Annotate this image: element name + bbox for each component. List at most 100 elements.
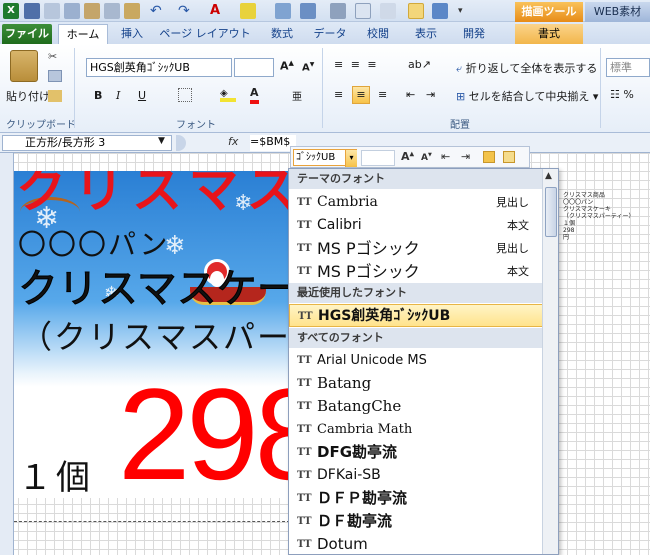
- font-usage-tag: 本文: [507, 265, 529, 278]
- align-top-icon[interactable]: ≡ ≡ ≡: [334, 58, 379, 71]
- tab-file[interactable]: ファイル: [2, 24, 52, 44]
- tab-data[interactable]: データ: [310, 24, 350, 44]
- border-icon[interactable]: [380, 3, 396, 19]
- chart-icon[interactable]: [300, 3, 316, 19]
- mini-size-box[interactable]: [361, 150, 395, 166]
- tab-formulas[interactable]: 数式: [262, 24, 302, 44]
- wrap-text-button[interactable]: ⤶ 折り返して全体を表示する: [456, 60, 597, 76]
- font-option-cambria-math[interactable]: TT Cambria Math: [289, 418, 543, 441]
- mini-fill-icon[interactable]: [483, 151, 495, 163]
- font-option-label: MS Pゴシック: [317, 239, 420, 258]
- font-option-cambria[interactable]: TT Cambria 見出し: [289, 191, 543, 214]
- italic-button[interactable]: I: [116, 89, 120, 102]
- fx-icon[interactable]: fx: [228, 135, 238, 148]
- currency-icon[interactable]: ☷ %: [610, 88, 634, 101]
- grid-icon[interactable]: [355, 3, 371, 19]
- poster-product: クリスマスケー: [18, 266, 290, 312]
- fill-color-button-icon[interactable]: ◈: [220, 88, 236, 102]
- bold-button[interactable]: B: [94, 89, 102, 102]
- mini-font-dropdown-icon[interactable]: ▾: [345, 150, 357, 167]
- mini-decrease-indent-icon[interactable]: ⇤: [441, 150, 450, 163]
- font-option-label: Calibri: [317, 217, 362, 233]
- copy-icon[interactable]: [104, 3, 120, 19]
- redo-icon[interactable]: ↷: [178, 3, 194, 19]
- phonetic-icon[interactable]: 亜: [292, 88, 302, 103]
- borders-icon[interactable]: [178, 88, 192, 102]
- font-option-arial-unicode[interactable]: TT Arial Unicode MS: [289, 349, 543, 372]
- picture-icon[interactable]: [275, 3, 291, 19]
- tab-home[interactable]: ホーム: [58, 24, 108, 44]
- undo-icon[interactable]: ↶: [150, 3, 166, 19]
- drawing-tools-tab[interactable]: 描画ツール: [515, 2, 583, 22]
- font-option-batang[interactable]: TT Batang: [289, 372, 543, 395]
- orientation-icon[interactable]: ab↗: [408, 58, 431, 71]
- font-size-box[interactable]: [234, 58, 274, 77]
- align-left-icon[interactable]: ≡: [334, 88, 343, 101]
- font-option-batangche[interactable]: TT BatangChe: [289, 395, 543, 418]
- number-format-box[interactable]: 標準: [606, 58, 650, 77]
- poster-shape[interactable]: ❄ ❄ ❄ ❄ クリスマス 〇〇〇パン クリスマスケー （クリスマスパーテ 29…: [14, 171, 290, 498]
- font-color-button-icon[interactable]: A: [250, 86, 259, 104]
- name-box-dropdown-icon[interactable]: ▼: [158, 136, 165, 146]
- font-option-df-kanteiryu[interactable]: TT ＤＦ勘亭流: [289, 510, 543, 533]
- font-color-icon[interactable]: A: [210, 3, 226, 19]
- name-box[interactable]: 正方形/長方形 3: [2, 135, 172, 151]
- font-name-box[interactable]: HGS創英角ｺﾞｼｯｸUB: [86, 58, 232, 77]
- web-material-tab[interactable]: WEB素材: [585, 2, 650, 22]
- font-option-dfp-kanteiryu[interactable]: TT ＤＦＰ勘亭流: [289, 487, 543, 510]
- dropdown-scrollbar[interactable]: ▲: [542, 169, 558, 554]
- format-painter-icon[interactable]: [48, 90, 62, 102]
- shape-icon[interactable]: [432, 3, 448, 19]
- tab-developer[interactable]: 開発: [454, 24, 494, 44]
- scroll-up-icon[interactable]: ▲: [545, 171, 552, 181]
- truetype-icon: TT: [297, 197, 312, 208]
- section-all-fonts: すべてのフォント: [289, 328, 543, 348]
- cut-icon[interactable]: ✂: [48, 50, 62, 63]
- align-right-icon[interactable]: ≡: [378, 88, 387, 101]
- brush-icon[interactable]: [84, 3, 100, 19]
- tab-page-layout[interactable]: ページ レイアウト: [155, 24, 255, 44]
- font-option-ms-pgothic-body[interactable]: TT MS Pゴシック 本文: [289, 260, 543, 283]
- merge-center-button[interactable]: ⊞ セルを結合して中央揃え ▾: [456, 88, 598, 104]
- font-dropdown-list[interactable]: テーマのフォント TT Cambria 見出し TT Calibri 本文 TT…: [288, 168, 559, 555]
- font-usage-tag: 本文: [507, 219, 529, 232]
- decrease-indent-icon[interactable]: ⇤: [406, 88, 415, 101]
- font-option-label: DFKai-SB: [317, 467, 381, 483]
- increase-indent-icon[interactable]: ⇥: [426, 88, 435, 101]
- truetype-icon: TT: [297, 539, 312, 550]
- paste-large-icon[interactable]: [10, 50, 38, 82]
- font-option-hgs-soeikaku-selected[interactable]: TT HGS創英角ｺﾞｼｯｸUB: [289, 304, 543, 327]
- underline-button[interactable]: U: [138, 89, 146, 102]
- save-icon[interactable]: [24, 3, 40, 19]
- mini-outline-icon[interactable]: [503, 151, 515, 163]
- grow-font-icon[interactable]: A▲: [280, 59, 294, 73]
- paste-button[interactable]: 貼り付け: [6, 88, 50, 104]
- scroll-thumb[interactable]: [545, 187, 557, 237]
- table-icon[interactable]: [408, 3, 424, 19]
- font-option-calibri[interactable]: TT Calibri 本文: [289, 214, 543, 237]
- camera-icon[interactable]: [330, 3, 346, 19]
- tab-view[interactable]: 表示: [406, 24, 446, 44]
- font-option-ms-pgothic-heading[interactable]: TT MS Pゴシック 見出し: [289, 237, 543, 260]
- tab-insert[interactable]: 挿入: [112, 24, 152, 44]
- shrink-font-icon[interactable]: A▼: [302, 61, 314, 73]
- paste-icon[interactable]: [124, 3, 140, 19]
- preview-icon[interactable]: [64, 3, 80, 19]
- customize-qat-icon[interactable]: ▾: [458, 3, 474, 19]
- mini-shrink-font-icon[interactable]: A▼: [421, 152, 432, 163]
- font-option-dotum[interactable]: TT Dotum: [289, 533, 543, 554]
- align-center-icon[interactable]: ≡: [352, 86, 370, 104]
- print-icon[interactable]: [44, 3, 60, 19]
- font-option-dfkai-sb[interactable]: TT DFKai-SB: [289, 464, 543, 487]
- mini-grow-font-icon[interactable]: A▲: [401, 150, 414, 163]
- mini-toolbar: ｺﾞｼｯｸUB ▾ A▲ A▼ ⇤ ⇥: [290, 146, 530, 168]
- section-recent-fonts: 最近使用したフォント: [289, 283, 543, 303]
- tab-review[interactable]: 校閲: [358, 24, 398, 44]
- font-option-dfg-kanteiryu[interactable]: TT DFG勘亭流: [289, 441, 543, 464]
- copy-small-icon[interactable]: [48, 70, 62, 82]
- page-break-line: [14, 521, 290, 522]
- expand-icon[interactable]: [176, 135, 186, 151]
- fill-color-icon[interactable]: [240, 3, 256, 19]
- tab-format[interactable]: 書式: [515, 24, 583, 44]
- mini-increase-indent-icon[interactable]: ⇥: [461, 150, 470, 163]
